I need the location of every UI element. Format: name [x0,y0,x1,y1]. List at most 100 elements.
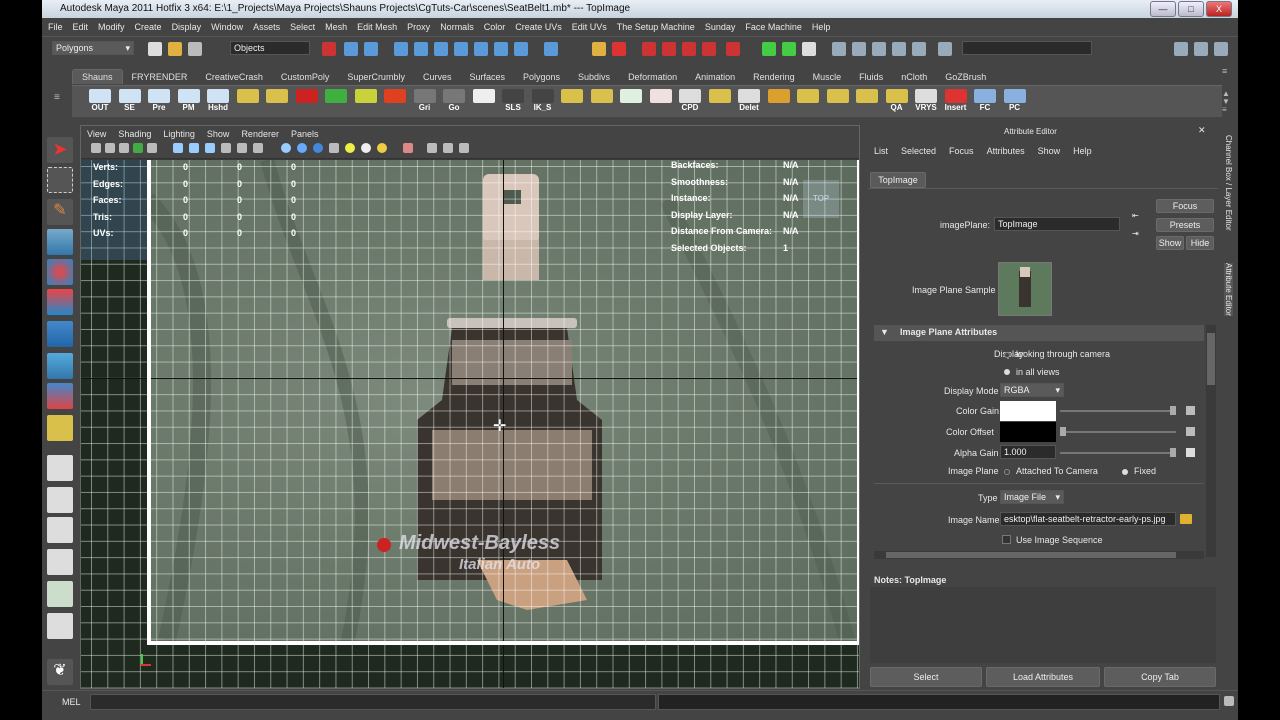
color-gain-map-icon[interactable] [1186,406,1195,415]
tab-topimage[interactable]: TopImage [870,172,926,188]
graph-editor-layout-icon[interactable] [47,613,73,639]
ae-menu-selected[interactable]: Selected [901,146,936,156]
shelf-button-insert[interactable]: Insert [944,89,968,115]
textured-icon[interactable] [329,143,339,153]
command-input[interactable] [90,694,656,710]
output-connection-icon[interactable]: ⇥ [1132,229,1139,238]
render-layer-icon[interactable]: ❦ [47,659,73,685]
shelf-tab-fluids[interactable]: Fluids [850,70,892,84]
paint-select-tool-icon[interactable]: ✎ [47,199,73,225]
lock-icon[interactable] [592,42,606,56]
shelf-button-tool-7[interactable] [295,89,319,115]
move-tool-icon[interactable] [47,229,73,255]
history-icon[interactable] [494,42,508,56]
shelf-tab-gozbrush[interactable]: GoZBrush [936,70,995,84]
color-offset-swatch[interactable] [1000,422,1056,442]
display-radio-all-views[interactable] [1004,369,1010,375]
shelf-button-gri[interactable]: Gri [413,89,437,115]
select-object-icon[interactable] [344,42,358,56]
show-hide-icon[interactable] [832,42,846,56]
bookmark-icon[interactable] [119,143,129,153]
menu-set-dropdown[interactable]: Polygons ▾ [52,41,134,55]
menu-create[interactable]: Create [135,22,162,32]
attached-radio[interactable] [1004,469,1010,475]
isolate-select-icon[interactable] [403,143,413,153]
show-button[interactable]: Show [1156,236,1184,250]
close-button[interactable]: X [1206,1,1232,17]
select-component-icon[interactable] [364,42,378,56]
menu-assets[interactable]: Assets [253,22,280,32]
image-plane-icon[interactable] [133,143,143,153]
color-gain-slider[interactable] [1060,410,1176,412]
color-offset-slider-handle[interactable] [1060,427,1066,436]
load-attributes-button[interactable]: Load Attributes [986,667,1100,687]
snap-point-icon[interactable] [434,42,448,56]
ae-menu-show[interactable]: Show [1038,146,1061,156]
fixed-radio[interactable] [1122,469,1128,475]
panel-layout-icon[interactable] [1194,42,1208,56]
show-manipulator-icon[interactable] [47,383,73,409]
shelf-button-tool-24[interactable] [796,89,820,115]
shelf-tab-surfaces[interactable]: Surfaces [460,70,514,84]
attr-hscrollbar[interactable] [874,551,1204,559]
wireframe-on-shaded-icon[interactable] [313,143,323,153]
shelf-button-sls[interactable]: SLS [501,89,525,115]
last-tool-icon[interactable] [47,415,73,441]
display-mode-dropdown[interactable]: RGBA ▾ [1000,383,1064,397]
film-gate-icon[interactable] [189,143,199,153]
shelf-tab-supercrumbly[interactable]: SuperCrumbly [338,70,414,84]
menu-sunday[interactable]: Sunday [705,22,736,32]
ae-menu-attributes[interactable]: Attributes [987,146,1025,156]
shelf-button-tool-16[interactable] [560,89,584,115]
display-radio-camera[interactable] [1004,352,1010,358]
xray-components-icon[interactable] [459,143,469,153]
select-hierarchy-icon[interactable] [322,42,336,56]
open-scene-icon[interactable] [168,42,182,56]
menu-display[interactable]: Display [172,22,202,32]
shelf-tab-shauns[interactable]: Shauns [72,69,123,84]
type-dropdown[interactable]: Image File ▾ [1000,490,1064,504]
persp-graph-layout-icon[interactable] [47,549,73,575]
view-cube[interactable]: TOP [803,180,839,218]
menu-face-machine[interactable]: Face Machine [745,22,802,32]
lasso-tool-icon[interactable] [47,167,73,193]
select-by-name-icon[interactable] [802,42,816,56]
shelf-tab-animation[interactable]: Animation [686,70,744,84]
shelf-button-delet[interactable]: Delet [737,89,761,115]
attr-panel-close-icon[interactable]: ✕ [1198,125,1206,136]
menu-modify[interactable]: Modify [98,22,125,32]
shelf-tab-muscle[interactable]: Muscle [804,70,851,84]
shelf-button-tool-10[interactable] [383,89,407,115]
shelf-button-pc[interactable]: PC [1003,89,1027,115]
input-line-icon[interactable] [762,42,776,56]
shelf-button-go[interactable]: Go [442,89,466,115]
shelf-button-ik-s[interactable]: IK_S [531,89,555,115]
menu-window[interactable]: Window [211,22,243,32]
menu-help[interactable]: Help [812,22,831,32]
attribute-editor-tab[interactable]: Attribute Editor [1224,263,1233,316]
shelf-button-pre[interactable]: Pre [147,89,171,115]
menu-proxy[interactable]: Proxy [407,22,430,32]
image-name-field[interactable]: esktop\flat-seatbelt-retractor-early-ps.… [1000,512,1176,526]
snap-grid-icon[interactable] [394,42,408,56]
ae-menu-help[interactable]: Help [1073,146,1092,156]
shelf-tab-subdivs[interactable]: Subdivs [569,70,619,84]
menu-the-setup-machine[interactable]: The Setup Machine [617,22,695,32]
copy-tab-button[interactable]: Copy Tab [1104,667,1216,687]
menu-mesh[interactable]: Mesh [325,22,347,32]
alpha-gain-slider[interactable] [1060,452,1176,454]
use-image-sequence-checkbox[interactable] [1002,535,1011,544]
tool-settings-icon[interactable] [852,42,866,56]
viewport-menu-panels[interactable]: Panels [291,129,319,139]
panel-icon[interactable] [1214,42,1228,56]
notes-textarea[interactable] [870,587,1216,663]
menu-edit-mesh[interactable]: Edit Mesh [357,22,397,32]
maximize-button[interactable]: □ [1178,1,1204,17]
mel-label[interactable]: MEL [62,697,81,707]
shelf-button-tool-18[interactable] [619,89,643,115]
shelf-tab-rendering[interactable]: Rendering [744,70,804,84]
shelf-tab-deformation[interactable]: Deformation [619,70,686,84]
shelf-button-qa[interactable]: QA [885,89,909,115]
xray-joints-icon[interactable] [443,143,453,153]
smooth-shade-icon[interactable] [297,143,307,153]
